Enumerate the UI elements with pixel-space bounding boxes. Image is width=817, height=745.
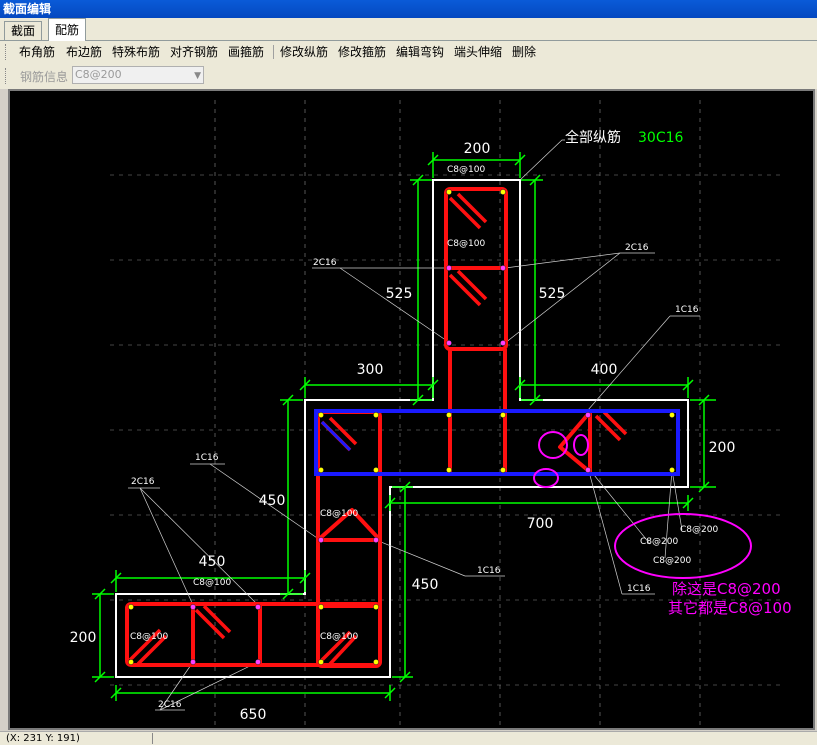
- edit-stirrup-button[interactable]: 修改箍筋: [338, 43, 386, 61]
- end-extend-button[interactable]: 端头伸缩: [454, 43, 502, 61]
- stirrup-label-7: C8@200: [680, 525, 718, 535]
- stirrup-label-3: C8@100: [320, 509, 358, 519]
- rebar-info-select[interactable]: C8@200 ▼: [72, 66, 204, 84]
- total-rebar-value: 30C16: [638, 130, 683, 146]
- stirrup-label-8: C8@200: [640, 537, 678, 547]
- dim-525-right: 525: [539, 286, 566, 302]
- rebar-info-label: 钢筋信息: [20, 70, 69, 84]
- toolbar-grip[interactable]: [5, 44, 9, 60]
- annotation-note-line1: 除这是C8@200: [672, 580, 781, 598]
- rebar-label-2c16-c: 2C16: [131, 477, 155, 487]
- rebar-label-2c16-a: 2C16: [313, 258, 337, 268]
- align-rebar-button[interactable]: 对齐钢筋: [170, 43, 218, 61]
- delete-button[interactable]: 删除: [512, 43, 536, 61]
- total-rebar-label: 全部纵筋: [565, 129, 621, 146]
- stirrup-label-4: C8@100: [193, 578, 231, 588]
- status-bar: (X: 231 Y: 191): [0, 731, 817, 745]
- cursor-coordinates: (X: 231 Y: 191): [6, 733, 80, 744]
- dim-525-left: 525: [386, 286, 413, 302]
- dim-700: 700: [527, 516, 554, 532]
- side-rebar-button[interactable]: 布边筋: [66, 43, 102, 61]
- dim-200-right: 200: [709, 440, 736, 456]
- dim-300: 300: [357, 362, 384, 378]
- window-title: 截面编辑: [0, 0, 817, 18]
- rebar-info-value: C8@200: [75, 68, 122, 81]
- stirrup-label-9: C8@200: [653, 556, 691, 566]
- edit-hook-button[interactable]: 编辑弯钩: [396, 43, 444, 61]
- stirrup-label-1: C8@100: [447, 165, 485, 175]
- dim-450-right: 450: [412, 577, 439, 593]
- rebar-label-1c16-a: 1C16: [675, 305, 699, 315]
- special-rebar-button[interactable]: 特殊布筋: [112, 43, 160, 61]
- section-drawing[interactable]: 200 525 525 300 400 200 450 700 450 450 …: [10, 91, 813, 728]
- corner-rebar-button[interactable]: 布角筋: [19, 43, 55, 61]
- stirrup-label-2: C8@100: [447, 239, 485, 249]
- dim-200-left: 200: [70, 630, 97, 646]
- reinforcement-toolbar: 布角筋 布边筋 特殊布筋 对齐钢筋 画箍筋 修改纵筋 修改箍筋 编辑弯钩 端头伸…: [0, 41, 817, 63]
- rebar-label-1c16-b: 1C16: [195, 453, 219, 463]
- dim-450-mid: 450: [259, 493, 286, 509]
- dim-650: 650: [240, 707, 267, 723]
- rebar-label-2c16-b: 2C16: [625, 243, 649, 253]
- draw-stirrup-button[interactable]: 画箍筋: [228, 43, 264, 61]
- status-divider: [152, 733, 153, 744]
- toolbar-grip[interactable]: [5, 68, 9, 84]
- rebar-label-2c16-d: 2C16: [158, 700, 182, 710]
- tab-bar: 截面 配筋: [0, 18, 817, 41]
- annotation-note-line2: 其它都是C8@100: [668, 599, 792, 617]
- edit-longitudinal-button[interactable]: 修改纵筋: [280, 43, 328, 61]
- drawing-canvas[interactable]: 200 525 525 300 400 200 450 700 450 450 …: [8, 89, 815, 730]
- dim-400: 400: [591, 362, 618, 378]
- tab-section[interactable]: 截面: [4, 21, 43, 40]
- rebar-label-1c16-d: 1C16: [627, 584, 651, 594]
- stirrup-label-5: C8@100: [130, 632, 168, 642]
- chevron-down-icon[interactable]: ▼: [194, 68, 201, 84]
- rebar-info-bar: 钢筋信息 C8@200 ▼: [0, 63, 817, 89]
- dim-200-top: 200: [464, 141, 491, 157]
- tab-reinforcement[interactable]: 配筋: [48, 18, 87, 41]
- rebar-label-1c16-c: 1C16: [477, 566, 501, 576]
- dim-450-left: 450: [199, 554, 226, 570]
- stirrup-label-6: C8@100: [320, 632, 358, 642]
- toolbar-separator: [273, 45, 274, 59]
